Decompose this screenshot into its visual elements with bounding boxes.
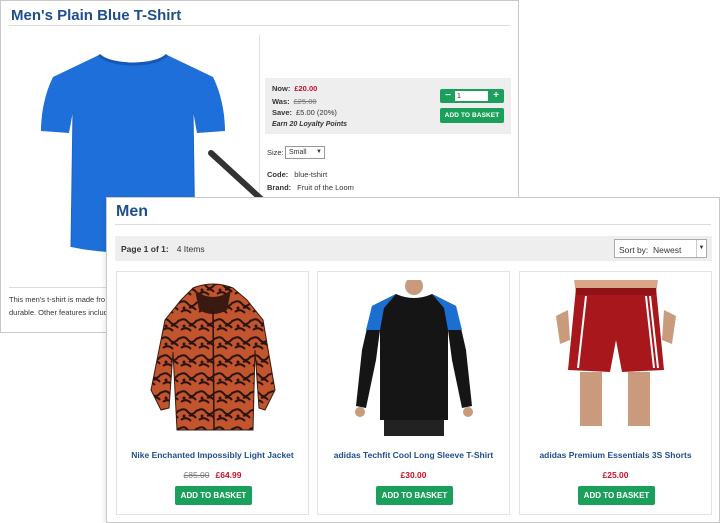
product-current-price: £25.00: [602, 470, 629, 480]
sort-by-label: Sort by:: [619, 245, 649, 255]
price-save-value: £5.00 (20%): [296, 108, 337, 117]
category-title: Men: [116, 203, 148, 220]
product-card[interactable]: Nike Enchanted Impossibly Light Jacket £…: [116, 271, 309, 515]
price-was-row: Was: £25.00: [272, 97, 317, 106]
description-divider: [9, 287, 109, 288]
price-box: Now: £20.00 Was: £25.00 Save: £5.00 (20%) E…: [265, 78, 511, 134]
product-description-line-2: durable. Other features includ: [9, 308, 108, 317]
long-sleeve-top-product-image: [355, 280, 473, 436]
product-price: £85.00 £64.99: [117, 470, 308, 480]
product-description-line-1: This men's t-shirt is made fro: [9, 295, 106, 304]
add-to-basket-button[interactable]: ADD TO BASKET: [440, 108, 504, 123]
title-divider: [9, 25, 510, 26]
category-page-panel: Men Page 1 of 1: 4 Items Sort by: Newest …: [106, 197, 720, 523]
price-was-value: £25.00: [293, 97, 317, 106]
product-name-link[interactable]: adidas Techfit Cool Long Sleeve T-Shirt: [318, 450, 509, 460]
price-now-value: £20.00: [294, 84, 318, 93]
sort-label: Sort by: Newest: [619, 245, 681, 255]
pagination-info: Page 1 of 1: 4 Items: [121, 244, 205, 254]
product-card[interactable]: adidas Premium Essentials 3S Shorts £25.…: [519, 271, 712, 515]
jacket-product-image: [150, 283, 276, 431]
price-now-row: Now: £20.00: [272, 84, 317, 93]
product-name-link[interactable]: Nike Enchanted Impossibly Light Jacket: [117, 450, 308, 460]
pagination-bar: Page 1 of 1: 4 Items Sort by: Newest ▼: [115, 236, 712, 261]
price-save-row: Save: £5.00 (20%): [272, 108, 337, 117]
title-divider: [115, 224, 711, 225]
product-title: Men's Plain Blue T-Shirt: [11, 7, 182, 24]
product-card[interactable]: adidas Techfit Cool Long Sleeve T-Shirt …: [317, 271, 510, 515]
quantity-input[interactable]: [455, 91, 488, 101]
quantity-decrease-button[interactable]: −: [441, 89, 455, 103]
price-was-label: Was:: [272, 97, 290, 106]
add-to-basket-button[interactable]: ADD TO BASKET: [578, 486, 655, 505]
add-to-basket-button[interactable]: ADD TO BASKET: [175, 486, 252, 505]
items-count: 4 Items: [176, 244, 205, 254]
add-to-basket-button[interactable]: ADD TO BASKET: [376, 486, 453, 505]
price-now-label: Now:: [272, 84, 291, 93]
quantity-stepper: − +: [440, 89, 504, 103]
product-old-price: £85.00: [183, 470, 210, 480]
dropdown-arrow-icon: ▼: [696, 240, 706, 257]
product-price: £25.00: [520, 470, 711, 480]
page-indicator: Page 1 of 1:: [121, 244, 169, 254]
sort-select[interactable]: Sort by: Newest ▼: [614, 239, 707, 258]
product-current-price: £64.99: [215, 470, 242, 480]
product-price: £30.00: [318, 470, 509, 480]
product-name-link[interactable]: adidas Premium Essentials 3S Shorts: [520, 450, 711, 460]
loyalty-points-text: Earn 20 Loyalty Points: [272, 121, 348, 128]
product-current-price: £30.00: [400, 470, 427, 480]
shorts-product-image: [556, 280, 676, 426]
sort-value: Newest: [653, 245, 682, 255]
quantity-increase-button[interactable]: +: [489, 89, 503, 103]
price-save-label: Save:: [272, 108, 293, 117]
